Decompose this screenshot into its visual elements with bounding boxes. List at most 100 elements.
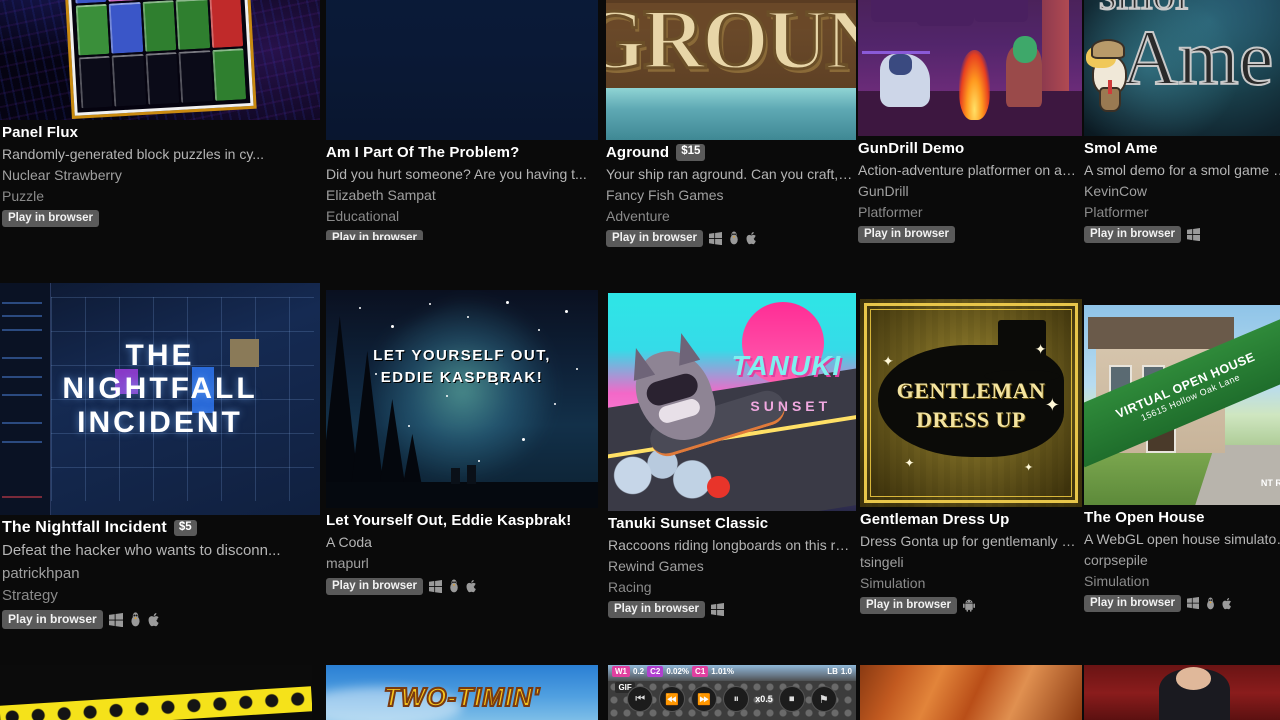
game-card-row3-1[interactable]: [0, 665, 312, 720]
platform-icons: [963, 598, 976, 613]
game-card-gentleman-dress-up[interactable]: ✦ ✦ ✦ ✦ ✦ ✦ GENTLEMAN DRESS UP Gentleman…: [860, 299, 1082, 639]
price-badge: $5: [173, 519, 197, 537]
game-thumbnail[interactable]: ✦ ✦ ✦ ✦ ✦ ✦ GENTLEMAN DRESS UP: [860, 299, 1082, 507]
game-card-am-i-part-of-the-problem[interactable]: Restart Bookmark Next y and hel stops. A…: [326, 0, 598, 240]
game-author[interactable]: tsingeli: [860, 552, 1082, 572]
banner-corner-text: NT RE: [1260, 478, 1280, 489]
game-author[interactable]: Elizabeth Sampat: [326, 185, 598, 205]
playback-controls[interactable]: ⏮ ⏪ ⏩ ⏸ x0.5 ⏹ ⚑: [623, 686, 841, 713]
game-thumbnail[interactable]: W1 0.2 C2 0.02% C1 1.01% LB 1.0 GIF ⏮ ⏪ …: [608, 665, 856, 720]
game-thumbnail[interactable]: smol Ame: [1084, 0, 1280, 136]
card-title-row: Panel Flux: [2, 124, 320, 141]
game-card-smol-ame[interactable]: smol Ame Smol Ame A smol demo for a smol…: [1084, 0, 1280, 274]
game-thumbnail[interactable]: [860, 665, 1082, 720]
game-title[interactable]: Aground: [606, 144, 669, 161]
fast-forward-icon[interactable]: ⏩: [691, 686, 718, 713]
game-title[interactable]: The Open House: [1084, 509, 1205, 526]
play-in-browser-button[interactable]: Play in browser: [860, 596, 958, 614]
windows-icon: [108, 612, 123, 627]
game-genre: Educational: [326, 207, 400, 224]
play-in-browser-button[interactable]: Play in browser: [858, 225, 956, 243]
game-thumbnail[interactable]: VIRTUAL OPEN HOUSE 15615 Hollow Oak Lane…: [1084, 305, 1280, 505]
game-thumbnail[interactable]: Restart Bookmark Next y and hel stops.: [326, 0, 598, 140]
game-description: Your ship ran aground. Can you craft, mi…: [606, 166, 856, 182]
game-title[interactable]: Gentleman Dress Up: [860, 511, 1009, 528]
game-card-two-timin-towers[interactable]: TWO-TIMIN': [326, 665, 598, 720]
card-title-row: Let Yourself Out, Eddie Kaspbrak!: [326, 512, 598, 529]
linux-icon: [448, 579, 460, 593]
skip-back-icon[interactable]: ⏮: [627, 686, 654, 713]
card-title-row: Smol Ame: [1084, 140, 1280, 157]
game-card-let-yourself-out[interactable]: LET YOURSELF OUT, EDDIE KASPBRAK! Let Yo…: [326, 290, 598, 630]
game-title[interactable]: GunDrill Demo: [858, 140, 964, 157]
pause-icon[interactable]: ⏸: [723, 686, 750, 713]
game-card-panel-flux[interactable]: Panel Flux Randomly-generated block puzz…: [0, 0, 320, 240]
game-card-row3-3[interactable]: W1 0.2 C2 0.02% C1 1.01% LB 1.0 GIF ⏮ ⏪ …: [608, 665, 856, 720]
rewind-icon[interactable]: ⏪: [659, 686, 686, 713]
nightfall-incident-artwork: THE NIGHTFALL INCIDENT: [0, 283, 320, 515]
stop-icon[interactable]: ⏹: [778, 686, 805, 713]
game-genre: Platformer: [1084, 203, 1149, 220]
platform-icons: [711, 602, 725, 616]
game-thumbnail[interactable]: [0, 665, 312, 720]
game-author[interactable]: corpsepile: [1084, 550, 1280, 570]
play-in-browser-button[interactable]: Play in browser: [608, 600, 706, 618]
game-author[interactable]: Rewind Games: [608, 556, 856, 576]
card-actions: Play in browser: [326, 577, 598, 595]
game-author[interactable]: Fancy Fish Games: [606, 185, 856, 205]
game-card-tanuki-sunset-classic[interactable]: TANUKI SUNSET Tanuki Sunset Classic Racc…: [608, 293, 856, 633]
play-in-browser-button[interactable]: Play in browser: [1084, 594, 1182, 612]
smol-ame-artwork: smol Ame: [1084, 0, 1280, 136]
game-title[interactable]: Smol Ame: [1084, 140, 1158, 157]
speed-label[interactable]: x0.5: [755, 694, 773, 704]
game-thumbnail[interactable]: [1084, 665, 1280, 720]
game-card-row3-5[interactable]: [1084, 665, 1280, 720]
game-title[interactable]: Am I Part Of The Problem?: [326, 144, 519, 161]
play-in-browser-button[interactable]: Play in browser: [1084, 225, 1182, 243]
platform-icons: [1187, 227, 1201, 241]
art-title-line2: NIGHTFALL: [62, 372, 258, 406]
game-thumbnail[interactable]: [0, 0, 320, 120]
play-in-browser-button[interactable]: Play in browser: [326, 229, 424, 240]
game-author[interactable]: patrickhpan: [2, 563, 320, 585]
card-title-row: Aground $15: [606, 144, 856, 161]
card-title-row: Gentleman Dress Up: [860, 511, 1082, 528]
game-thumbnail[interactable]: THE NIGHTFALL INCIDENT: [0, 283, 320, 515]
game-thumbnail[interactable]: [858, 0, 1082, 136]
linux-icon: [1205, 597, 1216, 610]
game-card-the-nightfall-incident[interactable]: THE NIGHTFALL INCIDENT The Nightfall Inc…: [0, 283, 320, 655]
game-author[interactable]: mapurl: [326, 553, 598, 573]
game-card-aground[interactable]: GROUN Aground $15 Your ship ran aground.…: [606, 0, 856, 252]
game-title[interactable]: Panel Flux: [2, 124, 78, 141]
stat-chip-3: C1: [692, 666, 709, 678]
apple-icon: [466, 579, 478, 593]
game-card-the-open-house[interactable]: VIRTUAL OPEN HOUSE 15615 Hollow Oak Lane…: [1084, 305, 1280, 645]
platform-icons: [709, 231, 758, 245]
game-card-gundrill-demo[interactable]: GunDrill Demo Action-adventure platforme…: [858, 0, 1082, 262]
game-title[interactable]: The Nightfall Incident: [2, 519, 167, 537]
card-actions: Play in browser: [858, 225, 1082, 243]
game-thumbnail[interactable]: TANUKI SUNSET: [608, 293, 856, 511]
play-in-browser-button[interactable]: Play in browser: [606, 229, 704, 247]
flag-icon[interactable]: ⚑: [810, 686, 837, 713]
linux-icon: [728, 231, 740, 245]
game-card-row3-4[interactable]: [860, 665, 1082, 720]
two-timin-logo: TWO-TIMIN': [383, 681, 541, 713]
game-description: Randomly-generated block puzzles in cy..…: [2, 146, 264, 162]
game-thumbnail[interactable]: GROUN: [606, 0, 856, 140]
game-author[interactable]: KevinCow: [1084, 181, 1280, 201]
game-thumbnail[interactable]: TWO-TIMIN': [326, 665, 598, 720]
gentleman-logo-line1: GENTLEMAN: [896, 378, 1046, 404]
card-title-row: GunDrill Demo: [858, 140, 1082, 157]
play-in-browser-button[interactable]: Play in browser: [326, 577, 424, 595]
game-thumbnail[interactable]: LET YOURSELF OUT, EDDIE KASPBRAK!: [326, 290, 598, 508]
game-description: A WebGL open house simulator (Propert...: [1084, 531, 1280, 547]
game-author[interactable]: Nuclear Strawberry: [2, 165, 320, 185]
play-in-browser-button[interactable]: Play in browser: [2, 610, 103, 630]
android-icon: [963, 598, 976, 613]
game-author[interactable]: GunDrill: [858, 181, 1082, 201]
stat-value-2: 0.02%: [666, 667, 690, 677]
game-title[interactable]: Tanuki Sunset Classic: [608, 515, 768, 532]
play-in-browser-button[interactable]: Play in browser: [2, 209, 100, 227]
game-title[interactable]: Let Yourself Out, Eddie Kaspbrak!: [326, 512, 571, 529]
